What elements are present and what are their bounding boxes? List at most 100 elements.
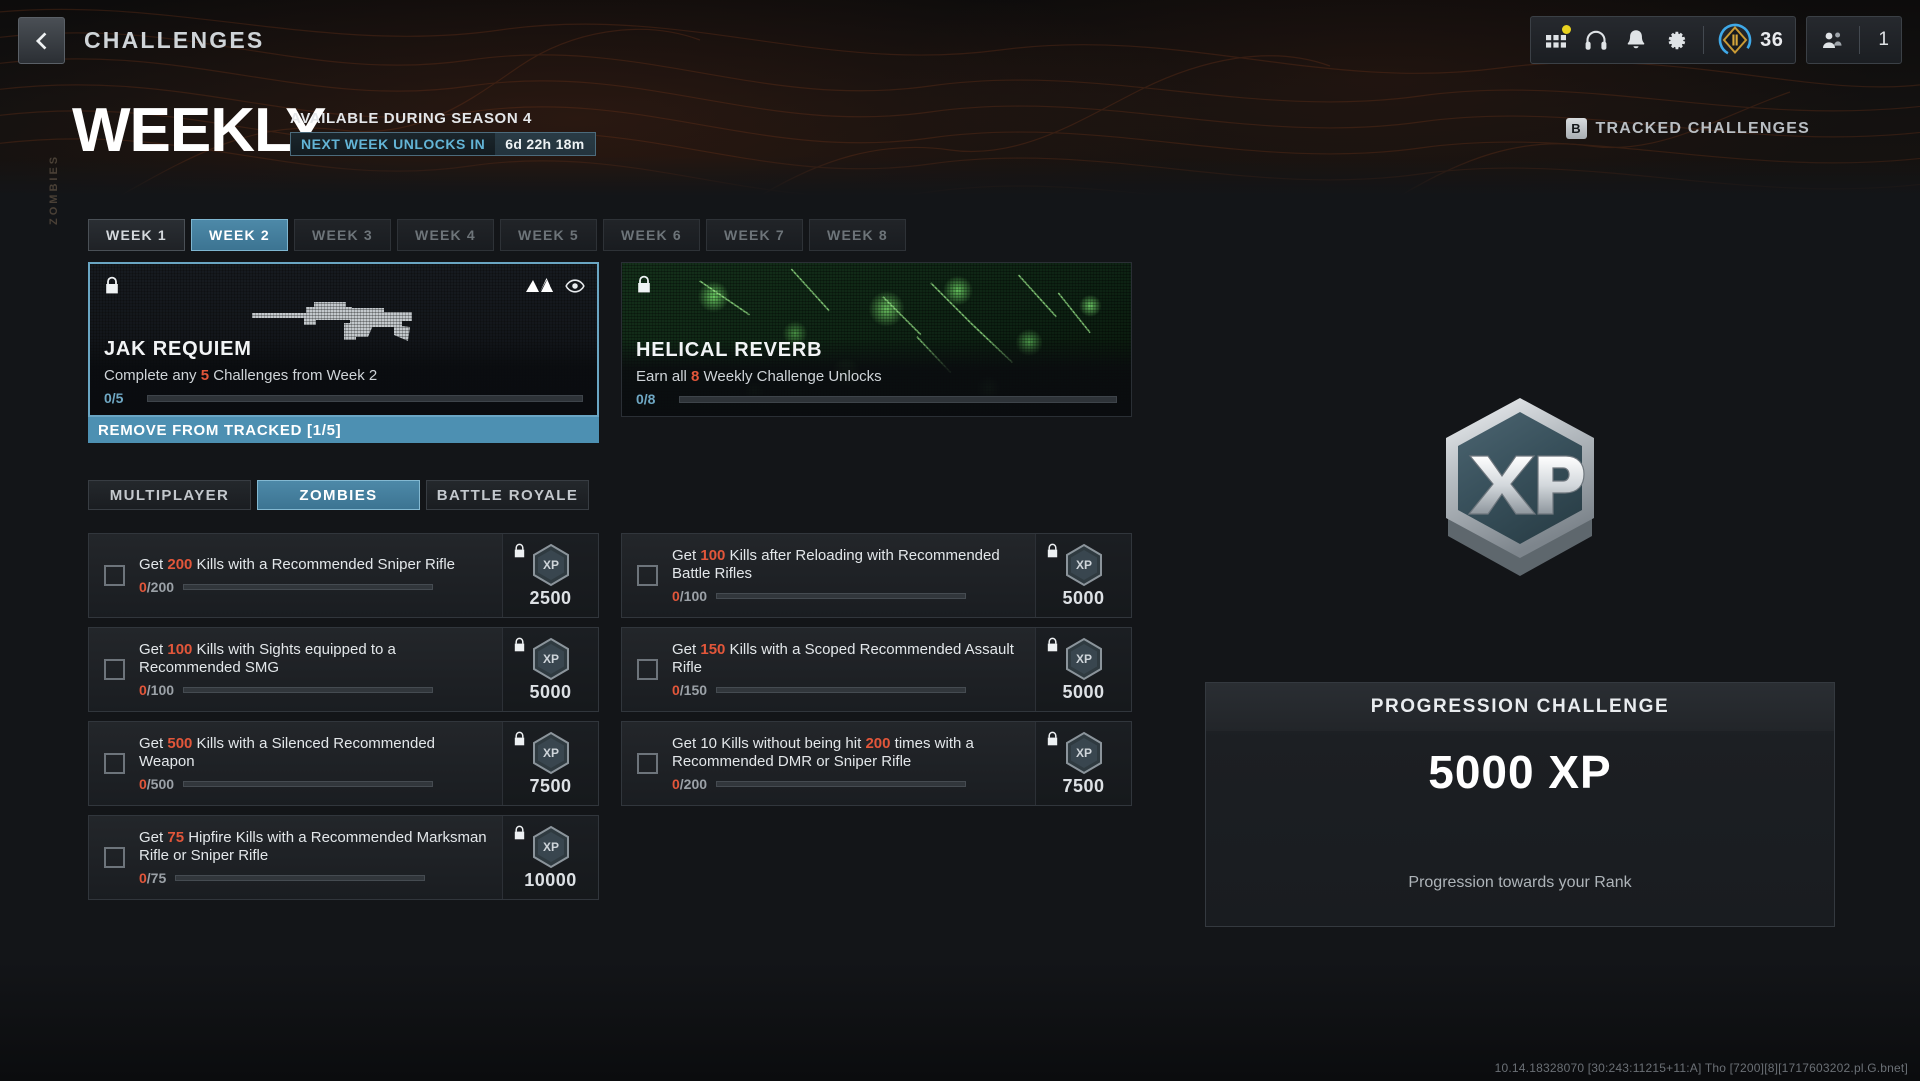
lock-icon <box>514 543 525 558</box>
hero-section: ZOMBIES WEEKLY AVAILABLE DURING SEASON 4… <box>0 100 1920 226</box>
challenge-description: Get 75 Hipfire Kills with a Recommended … <box>139 829 490 866</box>
lock-icon <box>1047 543 1058 558</box>
challenge-row[interactable]: Get 10 Kills without being hit 200 times… <box>621 721 1132 806</box>
eye-icon[interactable] <box>565 276 585 296</box>
reward-card-body: JAK REQUIEM Complete any 5 Challenges fr… <box>90 338 597 415</box>
challenge-track-checkbox[interactable] <box>637 659 658 680</box>
week-tabs: WEEK 1 WEEK 2 WEEK 3 WEEK 4 WEEK 5 WEEK 6 WEEK… <box>88 219 906 251</box>
challenge-column-right: Get 100 Kills after Reloading with Recom… <box>621 533 1132 900</box>
challenge-track-checkbox[interactable] <box>637 753 658 774</box>
xp-badge-small-icon: XP <box>1065 543 1102 586</box>
xp-badge-small-icon: XP <box>532 825 569 868</box>
reward-desc-post: Challenges from Week 2 <box>209 367 378 384</box>
week-tab-8[interactable]: WEEK 8 <box>809 219 906 251</box>
party-divider <box>1859 26 1861 54</box>
challenge-track-checkbox[interactable] <box>104 565 125 586</box>
challenge-progress-bar <box>183 584 434 591</box>
mode-tab-multiplayer[interactable]: MULTIPLAYER <box>88 480 251 510</box>
build-version-string: 10.14.18328070 [30:243:11215+11:A] Tho [… <box>1494 1061 1908 1075</box>
challenge-row[interactable]: Get 100 Kills after Reloading with Recom… <box>621 533 1132 618</box>
challenge-xp-value: 7500 <box>1062 775 1105 796</box>
challenge-track-checkbox[interactable] <box>637 565 658 586</box>
challenges-screen: CHALLENGES 36 1 ZOMBIES WEEKLY AVAILABLE… <box>0 0 1920 1081</box>
reward-card-jak-requiem[interactable]: JAK REQUIEM Complete any 5 Challenges fr… <box>88 262 599 443</box>
challenge-row[interactable]: Get 200 Kills with a Recommended Sniper … <box>88 533 599 618</box>
challenge-content: Get 100 Kills after Reloading with Recom… <box>658 547 1035 605</box>
headphones-icon[interactable] <box>1583 27 1609 53</box>
header-actions: 36 1 <box>1530 16 1902 64</box>
challenge-desc-highlight: 100 <box>700 546 726 564</box>
rank-display[interactable]: 36 <box>1718 23 1783 57</box>
challenge-xp-value: 5000 <box>529 681 572 702</box>
reward-description: Earn all 8 Weekly Challenge Unlocks <box>636 368 1117 385</box>
week-tab-4[interactable]: WEEK 4 <box>397 219 494 251</box>
reward-desc-pre: Complete any <box>104 367 201 384</box>
challenge-row[interactable]: Get 100 Kills with Sights equipped to a … <box>88 627 599 712</box>
party-pill[interactable]: 1 <box>1806 16 1902 64</box>
party-icon[interactable] <box>1819 27 1845 53</box>
challenge-track-checkbox[interactable] <box>104 753 125 774</box>
challenge-track-checkbox[interactable] <box>104 659 125 680</box>
week-tab-5[interactable]: WEEK 5 <box>500 219 597 251</box>
challenge-total: /100 <box>146 682 175 699</box>
challenge-row[interactable]: Get 75 Hipfire Kills with a Recommended … <box>88 815 599 900</box>
top-header: CHALLENGES 36 1 <box>0 0 1920 80</box>
week-tab-3[interactable]: WEEK 3 <box>294 219 391 251</box>
bell-icon[interactable] <box>1623 27 1649 53</box>
remove-from-tracked-button[interactable]: REMOVE FROM TRACKED [1/5] <box>88 417 599 443</box>
challenge-xp-value: 10000 <box>524 869 577 890</box>
challenge-progress-bar <box>716 593 967 600</box>
reward-desc-post: Weekly Challenge Unlocks <box>699 368 882 385</box>
challenge-desc-highlight: 200 <box>865 734 891 752</box>
challenge-desc-post: Kills with a Recommended Sniper Rifle <box>192 555 456 573</box>
reward-name: HELICAL REVERB <box>636 339 823 361</box>
week-tab-2[interactable]: WEEK 2 <box>191 219 288 251</box>
challenge-xp-value: 5000 <box>1062 587 1105 608</box>
svg-text:XP: XP <box>542 652 558 666</box>
challenge-current: 0 <box>139 682 147 699</box>
challenge-description: Get 150 Kills with a Scoped Recommended … <box>672 641 1023 678</box>
challenge-progress: 0/100 <box>672 588 1023 604</box>
challenge-current: 0 <box>672 682 680 699</box>
system-icons-pill: 36 <box>1530 16 1797 64</box>
unlock-timer: NEXT WEEK UNLOCKS IN 6d 22h 18m <box>290 132 596 156</box>
svg-text:XP: XP <box>1075 746 1091 760</box>
challenge-desc-highlight: 150 <box>700 640 726 658</box>
mode-tab-battle-royale[interactable]: BATTLE ROYALE <box>426 480 589 510</box>
challenge-progress: 0/500 <box>139 776 490 792</box>
svg-text:XP: XP <box>1075 558 1091 572</box>
challenge-progress-bar <box>183 687 434 694</box>
challenge-row[interactable]: Get 150 Kills with a Scoped Recommended … <box>621 627 1132 712</box>
challenge-xp-value: 7500 <box>529 775 572 796</box>
challenge-description: Get 10 Kills without being hit 200 times… <box>672 735 1023 772</box>
challenge-current: 0 <box>139 579 147 596</box>
apps-grid-icon[interactable] <box>1543 25 1572 53</box>
challenge-content: Get 10 Kills without being hit 200 times… <box>658 735 1035 793</box>
hero-vertical-label: ZOMBIES <box>48 153 60 225</box>
xp-badge-small-icon: XP <box>1065 731 1102 774</box>
rank-value: 36 <box>1760 28 1784 51</box>
challenge-row[interactable]: Get 500 Kills with a Silenced Recommende… <box>88 721 599 806</box>
challenge-xp-reward: XP 10000 <box>502 816 598 899</box>
challenge-grid: Get 200 Kills with a Recommended Sniper … <box>88 533 1138 900</box>
mode-tab-zombies[interactable]: ZOMBIES <box>257 480 420 510</box>
gear-icon[interactable] <box>1663 27 1689 53</box>
header-divider <box>1703 26 1705 54</box>
challenge-progress-bar <box>183 781 434 788</box>
reward-preview-panel: PROGRESSION CHALLENGE 5000 XP Progressio… <box>1180 250 1860 927</box>
week-tab-1[interactable]: WEEK 1 <box>88 219 185 251</box>
lock-icon <box>1047 637 1058 652</box>
progression-card-title: PROGRESSION CHALLENGE <box>1206 683 1834 731</box>
challenge-xp-reward: XP 5000 <box>1035 534 1131 617</box>
challenge-desc-pre: Get <box>672 546 701 564</box>
xp-badge-icon <box>1446 398 1594 576</box>
tracked-challenges-button[interactable]: B TRACKED CHALLENGES <box>1565 118 1811 139</box>
week-tab-6[interactable]: WEEK 6 <box>603 219 700 251</box>
reward-card-helical-reverb[interactable]: HELICAL REVERB Earn all 8 Weekly Challen… <box>621 262 1132 443</box>
mode-tabs: MULTIPLAYER ZOMBIES BATTLE ROYALE <box>88 480 589 510</box>
chevron-left-icon <box>35 31 46 50</box>
week-tab-7[interactable]: WEEK 7 <box>706 219 803 251</box>
back-button[interactable] <box>18 17 65 64</box>
challenge-desc-pre: Get <box>139 734 168 752</box>
challenge-track-checkbox[interactable] <box>104 847 125 868</box>
